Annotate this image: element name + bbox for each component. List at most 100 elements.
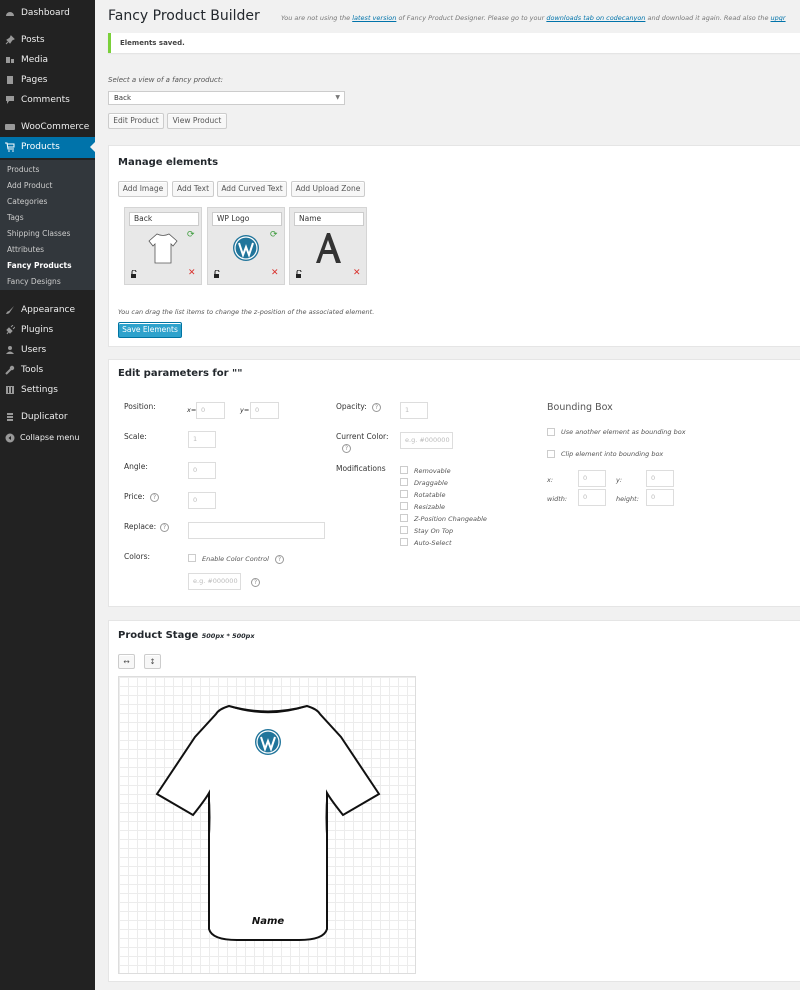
element-item[interactable]: Name ✕ (289, 207, 367, 285)
help-icon[interactable]: ? (342, 444, 351, 453)
sidebar-item-posts[interactable]: Posts (0, 30, 95, 50)
element-item[interactable]: Back ⟳ ✕ (124, 207, 202, 285)
delete-icon[interactable]: ✕ (271, 268, 279, 278)
auto-select-label: Auto-Select (414, 539, 452, 547)
replace-label: Replace: (124, 522, 157, 531)
enable-color-control-label: Enable Color Control (202, 555, 269, 563)
submenu-item-categories[interactable]: Categories (7, 195, 47, 209)
media-icon (6, 57, 14, 63)
sidebar-item-comments[interactable]: Comments (0, 90, 95, 110)
sidebar-item-appearance[interactable]: Appearance (0, 300, 95, 320)
help-icon[interactable]: ? (160, 523, 169, 532)
position-x-input[interactable]: 0 (196, 402, 225, 419)
help-icon[interactable]: ? (275, 555, 284, 564)
name-text-element[interactable]: Name (240, 916, 296, 927)
view-product-button[interactable]: View Product (167, 113, 227, 129)
manage-elements-title: Manage elements (118, 157, 219, 168)
sidebar-item-media[interactable]: Media (0, 50, 95, 70)
notice-text: You are not using the (281, 14, 353, 22)
auto-select-checkbox[interactable] (400, 538, 408, 546)
sidebar-item-pages[interactable]: Pages (0, 70, 95, 90)
price-input[interactable]: 0 (188, 492, 216, 509)
submenu-item-tags[interactable]: Tags (7, 211, 24, 225)
sidebar-item-users[interactable]: Users (0, 340, 95, 360)
unlock-icon[interactable] (130, 270, 138, 278)
wrench-icon (5, 365, 15, 375)
sidebar-item-woocommerce[interactable]: WooCommerce (0, 117, 95, 137)
downloads-tab-link[interactable]: downloads tab on codecanyon (546, 14, 645, 22)
submenu-item-fancy-designs[interactable]: Fancy Designs (7, 275, 61, 289)
collapse-menu-button[interactable]: Collapse menu (0, 428, 95, 448)
center-vertical-button[interactable]: ↕ (144, 654, 161, 669)
color-hex-input[interactable]: e.g. #000000 (188, 573, 241, 590)
element-item[interactable]: WP Logo ⟳ ✕ (207, 207, 285, 285)
element-name-field[interactable]: Back (129, 212, 199, 226)
opacity-input[interactable]: 1 (400, 402, 428, 419)
bbox-height-input[interactable]: 0 (646, 489, 674, 506)
upgrade-link[interactable]: upgr (771, 14, 786, 22)
sidebar-item-plugins[interactable]: Plugins (0, 320, 95, 340)
rotatable-checkbox[interactable] (400, 490, 408, 498)
product-stage-panel: Product Stage 500px * 500px ↔ ↕ Name (108, 620, 800, 982)
bbox-x-input[interactable]: 0 (578, 470, 606, 487)
help-icon[interactable]: ? (150, 493, 159, 502)
bbox-clip-checkbox[interactable] (547, 450, 555, 458)
help-icon[interactable]: ? (372, 403, 381, 412)
save-elements-button[interactable]: Save Elements (118, 322, 182, 338)
wordpress-logo-element[interactable] (254, 728, 282, 756)
sidebar-item-duplicator[interactable]: Duplicator (0, 407, 95, 427)
submenu-item-add-product[interactable]: Add Product (7, 179, 52, 193)
wordpress-logo-thumbnail (233, 235, 259, 261)
removable-label: Removable (414, 467, 451, 475)
tshirt-back-image[interactable] (119, 677, 417, 975)
center-horizontal-button[interactable]: ↔ (118, 654, 135, 669)
position-label: Position: (124, 402, 156, 411)
duplicator-icon (7, 413, 13, 421)
view-select[interactable]: Back ▼ (108, 91, 345, 105)
help-icon[interactable]: ? (251, 578, 260, 587)
draggable-label: Draggable (414, 479, 448, 487)
refresh-icon[interactable]: ⟳ (187, 230, 195, 240)
z-position-changeable-checkbox[interactable] (400, 514, 408, 522)
element-name-field[interactable]: Name (294, 212, 364, 226)
submenu-item-products[interactable]: Products (7, 163, 39, 177)
scale-input[interactable]: 1 (188, 431, 216, 448)
product-stage-canvas[interactable]: Name (118, 676, 416, 974)
enable-color-control-checkbox[interactable] (188, 554, 196, 562)
resizable-checkbox[interactable] (400, 502, 408, 510)
sidebar-item-settings[interactable]: Settings (0, 380, 95, 400)
delete-icon[interactable]: ✕ (188, 268, 196, 278)
collapse-icon (5, 433, 15, 443)
submenu-item-attributes[interactable]: Attributes (7, 243, 44, 257)
angle-input[interactable]: 0 (188, 462, 216, 479)
add-curved-text-button[interactable]: Add Curved Text (217, 181, 287, 197)
stay-on-top-checkbox[interactable] (400, 526, 408, 534)
sidebar-item-dashboard[interactable]: Dashboard (0, 3, 95, 23)
edit-product-button[interactable]: Edit Product (108, 113, 164, 129)
removable-checkbox[interactable] (400, 466, 408, 474)
element-name-field[interactable]: WP Logo (212, 212, 282, 226)
current-color-input[interactable]: e.g. #000000 (400, 432, 453, 449)
add-upload-zone-button[interactable]: Add Upload Zone (291, 181, 365, 197)
unlock-icon[interactable] (213, 270, 221, 278)
unlock-icon[interactable] (295, 270, 303, 278)
add-image-button[interactable]: Add Image (118, 181, 168, 197)
bbox-width-input[interactable]: 0 (578, 489, 606, 506)
replace-input[interactable] (188, 522, 325, 539)
bbox-use-other-checkbox[interactable] (547, 428, 555, 436)
submenu-item-shipping-classes[interactable]: Shipping Classes (7, 227, 70, 241)
add-text-button[interactable]: Add Text (172, 181, 214, 197)
sidebar-item-products[interactable]: Products (0, 137, 95, 158)
edit-parameters-title: Edit parameters for "" (118, 368, 243, 379)
draggable-checkbox[interactable] (400, 478, 408, 486)
submenu-item-fancy-products[interactable]: Fancy Products (7, 259, 72, 273)
scale-label: Scale: (124, 432, 147, 441)
latest-version-link[interactable]: latest version (352, 14, 396, 22)
opacity-label: Opacity: (336, 402, 367, 411)
refresh-icon[interactable]: ⟳ (270, 230, 278, 240)
sidebar-item-tools[interactable]: Tools (0, 360, 95, 380)
bbox-y-input[interactable]: 0 (646, 470, 674, 487)
position-y-input[interactable]: 0 (250, 402, 279, 419)
x-label: x= (187, 406, 197, 414)
delete-icon[interactable]: ✕ (353, 268, 361, 278)
